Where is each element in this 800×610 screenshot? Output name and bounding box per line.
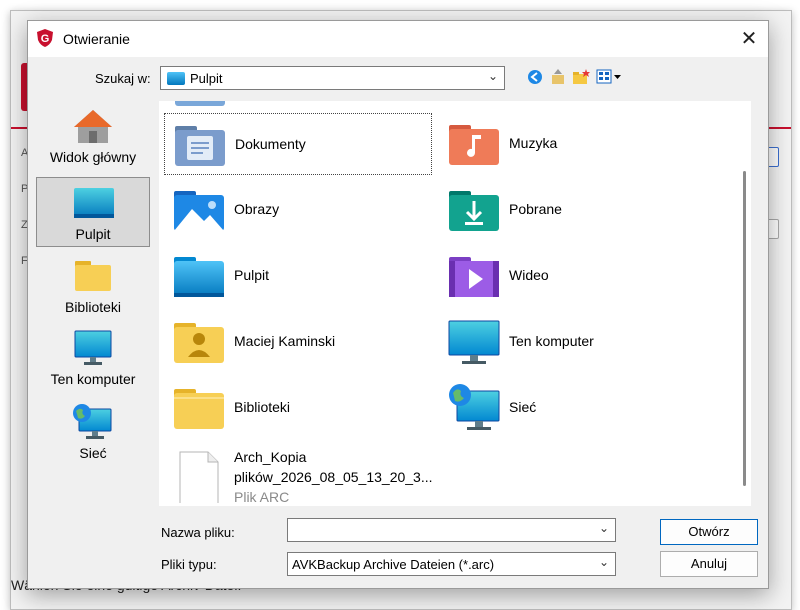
filetype-label: Pliki typu:	[161, 557, 217, 572]
lookin-combobox[interactable]: Pulpit ⌄	[160, 66, 505, 90]
chevron-down-icon: ⌄	[487, 69, 498, 83]
file-name: Pulpit	[234, 267, 270, 283]
pictures-folder-icon	[174, 191, 224, 231]
view-menu-icon[interactable]	[595, 67, 623, 87]
music-folder-icon	[449, 125, 499, 165]
network-icon	[73, 404, 112, 439]
place-this-pc[interactable]: Ten komputer	[36, 323, 150, 393]
file-name-line1: Arch_Kopia	[234, 449, 307, 465]
file-item-user[interactable]: Maciej Kaminski	[164, 311, 432, 373]
back-icon[interactable]	[525, 67, 545, 87]
file-item-wideo[interactable]: Wideo	[439, 245, 707, 307]
scrollbar-thumb[interactable]	[743, 171, 746, 486]
dialog-title: Otwieranie	[63, 31, 130, 47]
file-item-pulpit[interactable]: Pulpit	[164, 245, 432, 307]
file-name: Ten komputer	[509, 333, 594, 349]
gdata-shield-icon: G	[37, 29, 53, 47]
chevron-down-icon[interactable]: ⌄	[599, 555, 609, 569]
filename-label: Nazwa pliku:	[161, 525, 235, 540]
libraries-folder-icon	[174, 389, 224, 429]
svg-text:G: G	[41, 33, 50, 45]
downloads-folder-icon	[449, 191, 499, 231]
file-name-line2: plików_2026_08_05_13_20_3...	[234, 469, 433, 485]
place-label: Biblioteki	[64, 299, 122, 315]
open-button[interactable]: Otwórz	[660, 519, 758, 545]
file-name: Pobrane	[509, 201, 562, 217]
place-network[interactable]: Sieć	[36, 397, 150, 467]
open-dialog: G Otwieranie ✕ Szukaj w: Pulpit ⌄ Widok …	[27, 20, 769, 589]
file-name: Arch_Kopia plików_2026_08_05_13_20_3... …	[234, 447, 434, 507]
file-type: Plik ARC	[234, 489, 290, 505]
title-bar[interactable]: G Otwieranie ✕	[28, 21, 768, 57]
file-item-muzyka[interactable]: Muzyka	[439, 113, 707, 175]
file-name: Biblioteki	[234, 399, 291, 415]
file-item-obrazy[interactable]: Obrazy	[164, 179, 432, 241]
file-name: Muzyka	[509, 135, 558, 151]
close-button[interactable]: ✕	[734, 25, 764, 53]
file-item-this-pc[interactable]: Ten komputer	[439, 311, 707, 373]
desktop-icon	[74, 188, 114, 218]
new-folder-icon[interactable]	[571, 67, 591, 87]
place-label: Widok główny	[49, 149, 137, 165]
cancel-button[interactable]: Anuluj	[660, 551, 758, 577]
file-item-libraries[interactable]: Biblioteki	[164, 377, 432, 439]
filetype-combobox[interactable]: AVKBackup Archive Dateien (*.arc) ⌄	[287, 552, 616, 576]
user-folder-icon	[174, 323, 224, 363]
up-folder-icon[interactable]	[548, 67, 568, 87]
desktop-folder-icon	[174, 257, 224, 297]
place-label: Ten komputer	[50, 371, 136, 387]
place-label: Sieć	[79, 445, 107, 461]
file-item-pobrane[interactable]: Pobrane	[439, 179, 707, 241]
file-name: Wideo	[509, 267, 549, 283]
file-list[interactable]: Dokumenty Muzyka Obrazy Pobrane Pulpit W…	[159, 101, 739, 506]
place-libraries[interactable]: Biblioteki	[36, 251, 150, 321]
vertical-scrollbar[interactable]	[739, 101, 751, 506]
lookin-label: Szukaj w:	[95, 71, 151, 86]
file-item-archive[interactable]: Arch_Kopia plików_2026_08_05_13_20_3... …	[164, 443, 434, 507]
file-name: Maciej Kaminski	[234, 333, 336, 349]
videos-folder-icon	[449, 257, 499, 297]
filename-combobox[interactable]: ⌄	[287, 518, 616, 542]
place-desktop[interactable]: Pulpit	[36, 177, 150, 247]
file-name: Sieć	[509, 399, 537, 415]
place-home[interactable]: Widok główny	[36, 101, 150, 171]
generic-file-icon	[179, 451, 219, 503]
lookin-value: Pulpit	[190, 71, 223, 86]
documents-folder-icon	[175, 126, 225, 166]
chevron-down-icon[interactable]: ⌄	[599, 521, 609, 535]
home-icon	[74, 110, 112, 143]
computer-icon	[448, 320, 500, 364]
places-bar: Widok główny Pulpit Biblioteki Ten kompu…	[36, 101, 152, 501]
file-item-dokumenty[interactable]: Dokumenty	[164, 113, 432, 175]
libraries-icon	[75, 261, 111, 291]
file-name: Obrazy	[234, 201, 280, 217]
partial-folder-icon	[175, 101, 225, 106]
file-item-network[interactable]: Sieć	[439, 377, 707, 439]
desktop-mini-icon	[167, 72, 185, 85]
file-name: Dokumenty	[235, 136, 306, 152]
filetype-value: AVKBackup Archive Dateien (*.arc)	[292, 557, 495, 572]
place-label: Pulpit	[75, 226, 111, 242]
computer-icon	[74, 330, 112, 365]
network-icon	[449, 384, 500, 430]
